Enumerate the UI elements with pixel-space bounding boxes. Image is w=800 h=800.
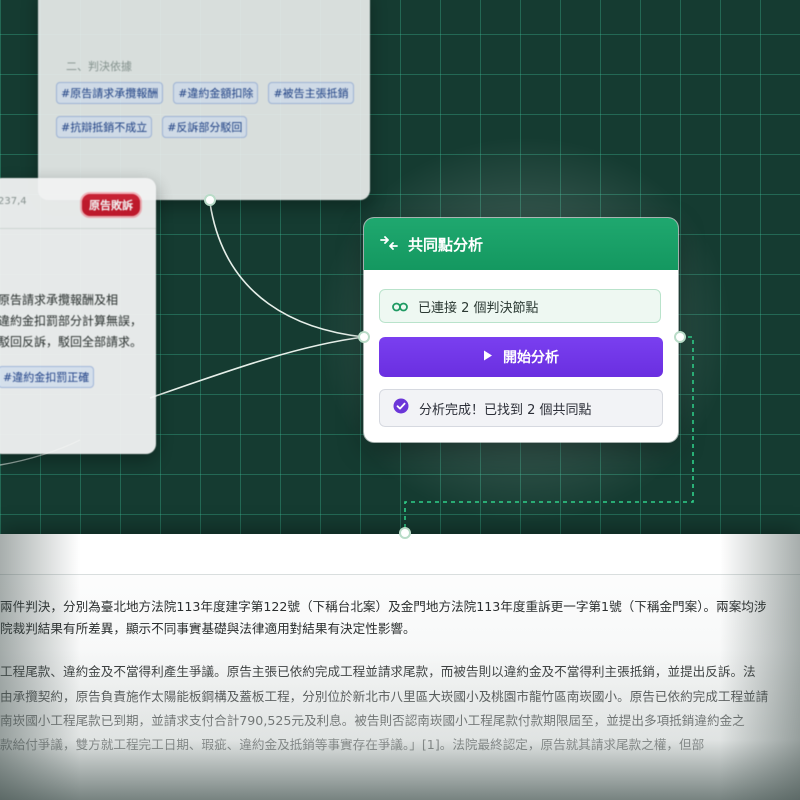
- verdict-badge: 原告敗訴: [80, 192, 142, 218]
- node-input-handle[interactable]: [399, 527, 411, 539]
- status-text: 分析完成！已找到 2 個共同點: [419, 402, 592, 418]
- start-analysis-label: 開始分析: [503, 350, 559, 366]
- tag[interactable]: #抗辯抵銷不成立: [56, 116, 153, 138]
- tag[interactable]: #原告請求承攬報酬: [56, 82, 164, 104]
- node-header: 共同點分析: [364, 218, 678, 270]
- edge-left-node-to-analysis[interactable]: [149, 336, 365, 399]
- analysis-status: 分析完成！已找到 2 個共同點: [379, 389, 663, 427]
- divider: [0, 228, 156, 229]
- summary-line: 原告請求承攬報酬及相: [0, 293, 119, 307]
- flow-canvas[interactable]: 二、判決依據 #原告請求承攬報酬 #違約金額扣除 #被告主張抵銷 #抗辯抵銷不成…: [0, 0, 800, 800]
- link-icon: [392, 297, 408, 316]
- tag[interactable]: #違約金扣罰正確: [0, 366, 95, 388]
- connected-nodes-indicator: 已連接 2 個判決節點: [379, 289, 661, 323]
- node-title: 共同點分析: [408, 235, 484, 254]
- judgment-node-top[interactable]: 二、判決依據 #原告請求承攬報酬 #違約金額扣除 #被告主張抵銷 #抗辯抵銷不成…: [38, 0, 370, 200]
- connected-text: 已連接 2 個判決節點: [418, 300, 539, 316]
- edge-top-node-to-analysis[interactable]: [209, 202, 365, 338]
- node-output-handle[interactable]: [674, 331, 686, 343]
- tag[interactable]: #違約金額扣除: [173, 82, 259, 104]
- tag[interactable]: #被告主張抵銷: [268, 82, 354, 104]
- claim-amount: 237,4: [0, 196, 27, 207]
- document-line: 兩件判決，分別為臺北地方法院113年度建字第122號（下稱台北案）及金門地方法院…: [0, 599, 767, 614]
- summary-line: 違約金扣罰部分計算無誤，: [0, 314, 143, 328]
- document-line: 由承攬契約，原告負責施作太陽能板鋼構及蓋板工程，分別位於新北市八里區大崁國小及桃…: [0, 689, 769, 704]
- start-analysis-button[interactable]: 開始分析: [379, 337, 663, 377]
- document-line: 院裁判結果有所差異，顯示不同事實基礎與法律適用對結果有決定性影響。: [0, 621, 416, 636]
- judgment-node-left[interactable]: 237,4 原告敗訴 原告請求承攬報酬及相 違約金扣罰部分計算無誤， 駁回反訴，…: [0, 178, 156, 454]
- analysis-document-panel[interactable]: 兩件判決，分別為臺北地方法院113年度建字第122號（下稱台北案）及金門地方法院…: [0, 534, 800, 800]
- merge-arrows-icon: [380, 235, 398, 254]
- document-panel-header: [0, 534, 800, 575]
- node-input-handle[interactable]: [358, 331, 370, 343]
- judgment-summary: 原告請求承攬報酬及相 違約金扣罰部分計算無誤， 駁回反訴，駁回全部請求。: [0, 290, 148, 353]
- summary-line: 駁回反訴，駁回全部請求。: [0, 335, 143, 349]
- document-line: 南崁國小工程尾款已到期，並請求支付合計790,525元及利息。被告則否認南崁國小…: [0, 713, 745, 728]
- check-circle-icon: [393, 398, 409, 418]
- tag-row: #抗辯抵銷不成立 #反訴部分駁回: [56, 116, 248, 138]
- document-line: 工程尾款、違約金及不當得利產生爭議。原告主張已依約完成工程並請求尾款，而被告則以…: [0, 664, 756, 679]
- play-icon: [483, 349, 493, 365]
- common-points-analysis-node[interactable]: 共同點分析 已連接 2 個判決節點 開始分析 分析完成！已找到 2 個共同點: [364, 218, 678, 442]
- node-output-handle[interactable]: [204, 194, 216, 206]
- tag[interactable]: #反訴部分駁回: [162, 116, 248, 138]
- tag-row: #原告請求承攬報酬 #違約金額扣除 #被告主張抵銷: [56, 82, 354, 104]
- node-section-header: 二、判決依據: [66, 60, 132, 73]
- document-line: 款給付爭議，雙方就工程完工日期、瑕疵、違約金及抵銷等事實存在爭議。」[1]。法院…: [0, 737, 705, 752]
